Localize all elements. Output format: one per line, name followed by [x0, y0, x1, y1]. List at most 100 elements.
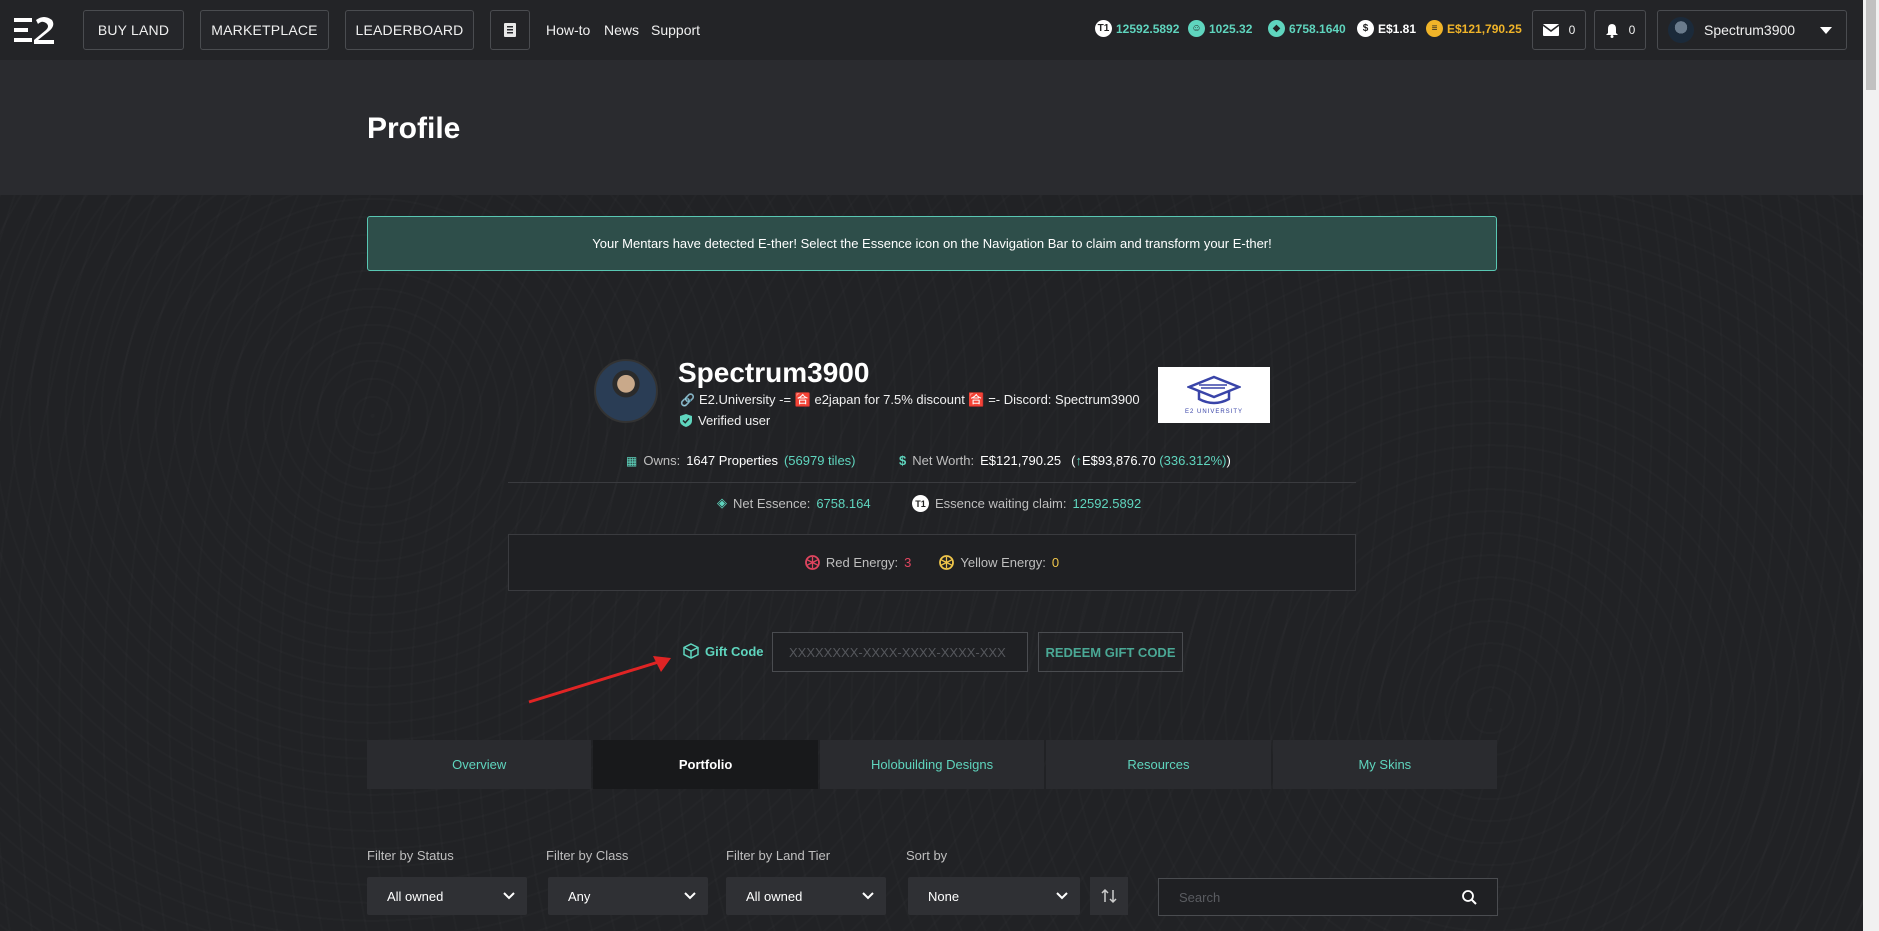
networth-stat[interactable]: ≡ E$121,790.25 [1426, 20, 1522, 37]
stats-divider [508, 482, 1356, 483]
networth-gain-pct: (336.312%) [1159, 453, 1227, 468]
essence-icon: ◈ [717, 495, 727, 510]
filter-class-label: Filter by Class [546, 848, 629, 863]
mentars-value: 1025.32 [1209, 21, 1253, 36]
essence-stat[interactable]: ◆ 6758.1640 [1268, 20, 1346, 37]
chevron-down-icon [684, 892, 696, 900]
red-energy-label: Red Energy: [825, 555, 899, 570]
red-energy-stat: Red Energy: 3 [804, 555, 912, 570]
tab-holobuilding-designs[interactable]: Holobuilding Designs [819, 740, 1045, 789]
filter-status-value: All owned [387, 888, 444, 904]
filter-tier-label: Filter by Land Tier [726, 848, 831, 863]
graduation-cap-icon [1187, 375, 1241, 405]
properties-icon: ▦ [626, 453, 638, 468]
gift-code-text: Gift Code [705, 643, 764, 659]
guide-book-button[interactable] [490, 10, 530, 50]
shield-check-icon [680, 414, 692, 427]
dollar-icon: $ [899, 453, 907, 468]
chevron-down-icon [1820, 27, 1832, 34]
page-title: Profile [367, 112, 461, 145]
e2-university-badge[interactable]: E2 UNIVERSITY [1158, 367, 1270, 423]
net-essence-value: 6758.164 [816, 495, 871, 511]
profile-username: Spectrum3900 [678, 357, 870, 388]
filter-tier-value: All owned [746, 888, 803, 904]
gift-code-input[interactable] [772, 632, 1028, 672]
energy-panel: Red Energy: 3 Yellow Energy: 0 [508, 534, 1356, 591]
essence-waiting-stat: T1 Essence waiting claim: 12592.5892 [912, 495, 1141, 512]
essence-waiting-value: 12592.5892 [1072, 496, 1142, 511]
tab-resources[interactable]: Resources [1046, 740, 1271, 789]
networth-value: E$121,790.25 [1447, 21, 1522, 36]
yellow-energy-label: Yellow Energy: [960, 555, 1046, 570]
dollar-icon: $ [1357, 20, 1374, 37]
filter-status-select[interactable]: All owned [367, 877, 527, 915]
essence-claim-value: 12592.5892 [1116, 21, 1180, 36]
notifications-button[interactable]: 0 [1594, 10, 1646, 50]
mail-icon [1542, 24, 1559, 36]
mail-button[interactable]: 0 [1532, 10, 1586, 50]
net-essence-label: Net Essence: [733, 495, 811, 511]
networth-gain: (↑E$93,876.70 (336.312%)) [1071, 453, 1231, 468]
essence-claim-stat[interactable]: T1 12592.5892 [1095, 20, 1179, 37]
ether-notice-banner: Your Mentars have detected E-ther! Selec… [367, 216, 1497, 271]
yellow-energy-value: 0 [1051, 555, 1060, 570]
tab-overview[interactable]: Overview [367, 740, 592, 789]
search-input[interactable]: Search [1158, 878, 1498, 916]
owns-label: Owns: [643, 453, 681, 468]
sort-arrows-icon [1101, 888, 1117, 904]
news-link[interactable]: News [604, 22, 639, 38]
support-link[interactable]: Support [651, 22, 700, 38]
coin-icon: ≡ [1426, 20, 1443, 37]
annotation-arrow-icon [528, 656, 671, 704]
filter-class-select[interactable]: Any [548, 877, 708, 915]
chevron-down-icon [862, 892, 874, 900]
dollar-stat[interactable]: $ E$1.81 [1357, 20, 1416, 37]
essence-icon: ◆ [1268, 20, 1285, 37]
sort-direction-button[interactable] [1090, 877, 1128, 915]
yellow-energy-stat: Yellow Energy: 0 [939, 555, 1059, 570]
page-header [0, 60, 1863, 195]
leaderboard-button[interactable]: LEADERBOARD [345, 10, 474, 50]
chevron-down-icon [503, 892, 515, 900]
networth-summary: $ Net Worth: E$121,790.25 (↑E$93,876.70 … [899, 453, 1231, 468]
sort-value: None [928, 888, 960, 904]
networth-gain-value: E$93,876.70 [1081, 453, 1156, 468]
bell-icon [1605, 23, 1618, 38]
howto-link[interactable]: How-to [546, 22, 590, 38]
net-essence-stat: ◈ Net Essence: 6758.164 [717, 495, 871, 511]
page-scrollbar[interactable] [1863, 0, 1879, 931]
user-menu-name: Spectrum3900 [1704, 22, 1796, 38]
mentars-stat[interactable]: ☺ 1025.32 [1188, 20, 1252, 37]
avatar [1668, 17, 1694, 43]
essence-waiting-label: Essence waiting claim: [935, 496, 1067, 511]
essence-claim-icon: T1 [912, 495, 929, 512]
verified-text: Verified user [698, 413, 771, 428]
filter-class-value: Any [568, 888, 591, 904]
notif-count: 0 [1628, 23, 1636, 37]
networth-gain-close: ) [1226, 453, 1231, 468]
networth-label: Net Worth: [912, 453, 975, 468]
user-menu-button[interactable]: Spectrum3900 [1657, 10, 1847, 50]
owns-stat: ▦ Owns: 1647 Properties (56979 tiles) [626, 453, 856, 468]
chevron-down-icon [1056, 892, 1068, 900]
top-navbar: BUY LAND MARKETPLACE LEADERBOARD How-to … [0, 0, 1863, 60]
gift-code-label: Gift Code [683, 643, 764, 659]
buy-land-button[interactable]: BUY LAND [83, 10, 184, 50]
tab-portfolio[interactable]: Portfolio [593, 740, 818, 789]
red-energy-value: 3 [904, 555, 912, 570]
scrollbar-thumb[interactable] [1866, 0, 1876, 90]
sort-select[interactable]: None [908, 877, 1080, 915]
search-icon [1462, 889, 1477, 905]
link-icon: 🔗 [680, 393, 695, 407]
owns-tiles: (56979 tiles) [783, 453, 856, 468]
essence-value: 6758.1640 [1289, 21, 1346, 36]
badge-caption: E2 UNIVERSITY [1184, 409, 1243, 415]
profile-bio-text: E2.University -= 🈴 e2japan for 7.5% disc… [698, 392, 1140, 407]
dollar-value: E$1.81 [1378, 21, 1417, 36]
marketplace-button[interactable]: MARKETPLACE [200, 10, 329, 50]
e2-logo-icon[interactable] [14, 16, 56, 44]
redeem-gift-code-button[interactable]: REDEEM GIFT CODE [1038, 632, 1183, 672]
tab-my-skins[interactable]: My Skins [1272, 740, 1498, 789]
filter-tier-select[interactable]: All owned [726, 877, 886, 915]
filter-status-label: Filter by Status [367, 848, 454, 863]
